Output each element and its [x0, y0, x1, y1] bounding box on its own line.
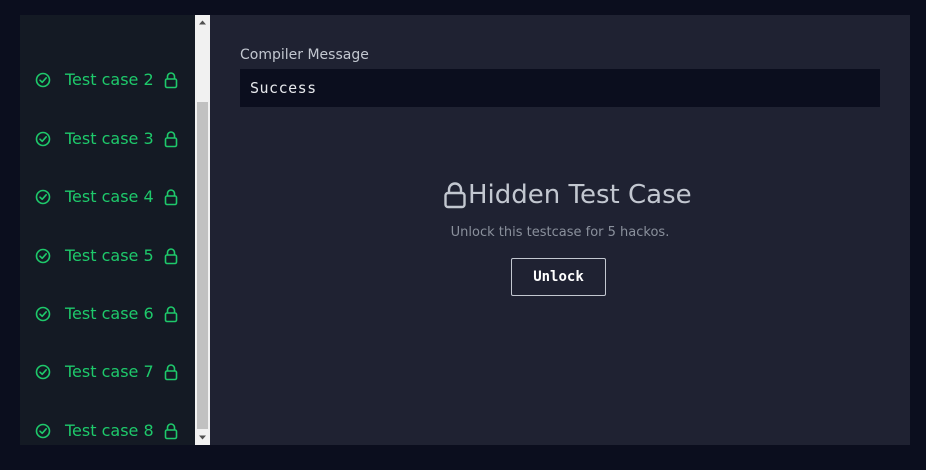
- scroll-up-arrow-icon[interactable]: [195, 15, 210, 30]
- lock-icon: [164, 131, 178, 148]
- compiler-message-box: Success: [240, 69, 880, 107]
- sidebar-item-test-case-2[interactable]: Test case 2: [20, 60, 195, 100]
- testcase-sidebar: Test case 2 Test case 3 Test case 4 Test…: [20, 15, 195, 445]
- compiler-message-label: Compiler Message: [240, 47, 369, 63]
- lock-icon: [164, 189, 178, 206]
- lock-icon: [164, 306, 178, 323]
- sidebar-item-label: Test case 3: [65, 129, 154, 148]
- check-circle-icon: [35, 189, 51, 205]
- check-circle-icon: [35, 364, 51, 380]
- hidden-test-case-heading: Hidden Test Case: [442, 177, 692, 213]
- scrollbar-thumb[interactable]: [197, 102, 208, 429]
- scroll-down-arrow-icon[interactable]: [195, 430, 210, 445]
- check-circle-icon: [35, 248, 51, 264]
- compiler-message-text: Success: [250, 79, 317, 97]
- sidebar-item-test-case-5[interactable]: Test case 5: [20, 236, 195, 276]
- lock-icon: [444, 182, 466, 209]
- sidebar-item-label: Test case 5: [65, 246, 154, 265]
- sidebar-item-label: Test case 2: [65, 70, 154, 89]
- check-circle-icon: [35, 423, 51, 439]
- sidebar-item-test-case-4[interactable]: Test case 4: [20, 177, 195, 217]
- sidebar-item-label: Test case 6: [65, 304, 154, 323]
- lock-icon: [164, 423, 178, 440]
- sidebar-item-test-case-7[interactable]: Test case 7: [20, 352, 195, 392]
- sidebar-item-test-case-6[interactable]: Test case 6: [20, 294, 195, 334]
- lock-icon: [164, 364, 178, 381]
- sidebar-item-label: Test case 4: [65, 187, 154, 206]
- unlock-button[interactable]: Unlock: [511, 258, 606, 296]
- lock-icon: [164, 72, 178, 89]
- sidebar-item-label: Test case 7: [65, 362, 154, 381]
- check-circle-icon: [35, 306, 51, 322]
- hidden-test-case-title: Hidden Test Case: [468, 180, 692, 210]
- sidebar-item-test-case-8[interactable]: Test case 8: [20, 411, 195, 445]
- sidebar-scrollbar[interactable]: [195, 15, 210, 445]
- testcase-detail-panel: Compiler Message Success Hidden Test Cas…: [210, 15, 910, 445]
- sidebar-item-test-case-3[interactable]: Test case 3: [20, 119, 195, 159]
- unlock-description: Unlock this testcase for 5 hackos.: [450, 225, 670, 240]
- check-circle-icon: [35, 131, 51, 147]
- lock-icon: [164, 248, 178, 265]
- check-circle-icon: [35, 72, 51, 88]
- sidebar-item-label: Test case 8: [65, 421, 154, 440]
